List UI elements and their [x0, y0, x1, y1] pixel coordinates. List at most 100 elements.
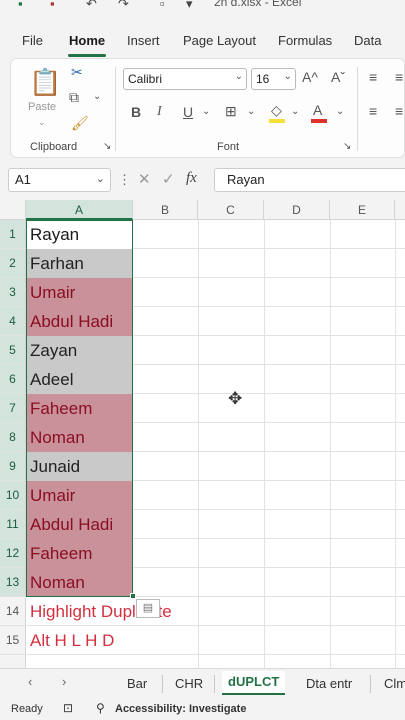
underline-icon[interactable]: U [183, 104, 193, 120]
macro-record-icon[interactable]: ⊡ [63, 701, 73, 715]
paste-icon[interactable]: 📋 [29, 67, 61, 98]
paste-dropdown-icon[interactable]: ⌄ [38, 117, 46, 128]
align-middle-icon[interactable]: ≡ [395, 69, 403, 85]
tab-file[interactable]: File [22, 33, 43, 48]
align-top-icon[interactable]: ≡ [369, 69, 377, 85]
cancel-icon[interactable]: ✕ [138, 170, 151, 188]
enter-icon[interactable]: ✓ [162, 170, 175, 188]
sheet-tab-bar-chart[interactable]: Bar [127, 676, 147, 691]
decrease-font-size-icon[interactable]: Aˇ [331, 69, 345, 85]
new-file-icon[interactable]: ▫ [160, 0, 165, 11]
column-header-a[interactable]: A [26, 200, 133, 220]
tab-page-layout[interactable]: Page Layout [183, 33, 256, 48]
cell-a3[interactable]: Umair [26, 278, 133, 307]
row-header[interactable]: 4 [0, 307, 26, 336]
insert-function-icon[interactable]: fx [186, 170, 197, 187]
align-left-icon[interactable]: ≡ [369, 103, 377, 119]
formula-input[interactable]: Rayan [214, 168, 405, 192]
window-title: 2n d.xlsx - Excel [214, 0, 302, 9]
undo-icon[interactable]: ↶ [86, 0, 97, 12]
font-name-combo[interactable]: Calibri ⌄ [123, 68, 247, 90]
row-header[interactable]: 15 [0, 626, 26, 655]
cell-a8[interactable]: Noman [26, 423, 133, 452]
prev-sheet-icon[interactable]: ‹ [28, 674, 32, 689]
underline-dropdown-icon[interactable]: ⌄ [202, 106, 210, 117]
cell-a6[interactable]: Adeel [26, 365, 133, 394]
cut-icon[interactable]: ✂ [71, 64, 83, 81]
font-size-combo[interactable]: 16 ⌄ [251, 68, 296, 90]
font-color-icon[interactable]: A [313, 102, 322, 118]
status-ready: Ready [11, 703, 43, 715]
column-header-d[interactable]: D [264, 200, 330, 220]
increase-font-size-icon[interactable]: A^ [302, 69, 318, 85]
name-box-value: A1 [15, 172, 31, 187]
cell-a2[interactable]: Farhan [26, 249, 133, 278]
more-options-icon[interactable]: ⋮ [118, 172, 131, 188]
column-header-b[interactable]: B [133, 200, 198, 220]
sheet-tab-clm[interactable]: Clm [384, 676, 405, 691]
cell-a5[interactable]: Zayan [26, 336, 133, 365]
accessibility-icon[interactable]: ⚲ [96, 701, 105, 715]
row-header[interactable]: 8 [0, 423, 26, 452]
save-icon[interactable]: ▪ [50, 0, 55, 11]
cell-a10[interactable]: Umair [26, 481, 133, 510]
italic-icon[interactable]: I [157, 104, 162, 120]
cell-a1[interactable]: Rayan [26, 220, 133, 249]
cell-a13[interactable]: Noman [26, 568, 133, 597]
borders-dropdown-icon[interactable]: ⌄ [247, 106, 255, 117]
redo-icon[interactable]: ↷ [118, 0, 129, 12]
row-header[interactable]: 1 [0, 220, 26, 249]
tab-data[interactable]: Data [354, 33, 381, 48]
tab-home[interactable]: Home [69, 33, 105, 48]
cell-a11[interactable]: Abdul Hadi [26, 510, 133, 539]
cell-a7[interactable]: Faheem [26, 394, 133, 423]
sheet-tab-chr[interactable]: CHR [175, 676, 203, 691]
quick-analysis-icon[interactable]: ▤ [136, 599, 160, 618]
name-box[interactable]: A1 ⌄ [8, 168, 111, 192]
align-center-icon[interactable]: ≡ [395, 103, 403, 119]
row-header[interactable]: 3 [0, 278, 26, 307]
clipboard-launcher-icon[interactable]: ↘ [103, 141, 111, 152]
cell-a4[interactable]: Abdul Hadi [26, 307, 133, 336]
fill-color-icon[interactable]: ◇ [271, 102, 282, 119]
column-header-f[interactable] [395, 200, 405, 220]
next-sheet-icon[interactable]: › [62, 674, 66, 689]
cell-a14[interactable]: Highlight Duplicate [26, 597, 326, 626]
cell-a15[interactable]: Alt H L H D [26, 626, 326, 655]
format-painter-icon[interactable]: 🖌 [71, 115, 89, 132]
row-header[interactable]: 10 [0, 481, 26, 510]
row-header[interactable]: 2 [0, 249, 26, 278]
copy-icon[interactable]: ⧉ [69, 89, 79, 106]
copy-dropdown-icon[interactable]: ⌄ [93, 91, 101, 102]
borders-icon[interactable]: ⊞ [225, 103, 237, 120]
row-header[interactable]: 13 [0, 568, 26, 597]
bold-icon[interactable]: B [131, 104, 141, 120]
row-header[interactable]: 6 [0, 365, 26, 394]
cell-a9[interactable]: Junaid [26, 452, 133, 481]
column-header-e[interactable]: E [330, 200, 395, 220]
row-header[interactable]: 5 [0, 336, 26, 365]
row-header[interactable]: 7 [0, 394, 26, 423]
row-header[interactable]: 14 [0, 597, 26, 626]
font-launcher-icon[interactable]: ↘ [343, 141, 351, 152]
row-header[interactable]: 12 [0, 539, 26, 568]
accessibility-status[interactable]: Accessibility: Investigate [115, 703, 246, 715]
row-header[interactable] [0, 655, 26, 668]
status-bar: Ready ⊡ ⚲ Accessibility: Investigate [0, 698, 405, 720]
customize-qat-icon[interactable]: ▾ [186, 0, 193, 12]
column-header-c[interactable]: C [198, 200, 264, 220]
cell-a12[interactable]: Faheem [26, 539, 133, 568]
select-all-corner[interactable] [0, 200, 26, 220]
sheet-tab-duplct[interactable]: dUPLCT [222, 671, 286, 695]
paste-label[interactable]: Paste [28, 101, 56, 113]
clipboard-group-label: Clipboard [30, 141, 78, 153]
row-header[interactable]: 9 [0, 452, 26, 481]
font-color-dropdown-icon[interactable]: ⌄ [336, 106, 344, 117]
sheet-tab-data-entry[interactable]: Dta entr [306, 676, 352, 691]
tab-formulas[interactable]: Formulas [278, 33, 332, 48]
gridline [395, 220, 396, 668]
worksheet-grid[interactable]: A B C D E 1 Rayan 2 Farhan 3 Umair 4 Abdul Hadi… [0, 200, 405, 668]
tab-insert[interactable]: Insert [127, 33, 160, 48]
row-header[interactable]: 11 [0, 510, 26, 539]
fill-color-dropdown-icon[interactable]: ⌄ [291, 106, 299, 117]
